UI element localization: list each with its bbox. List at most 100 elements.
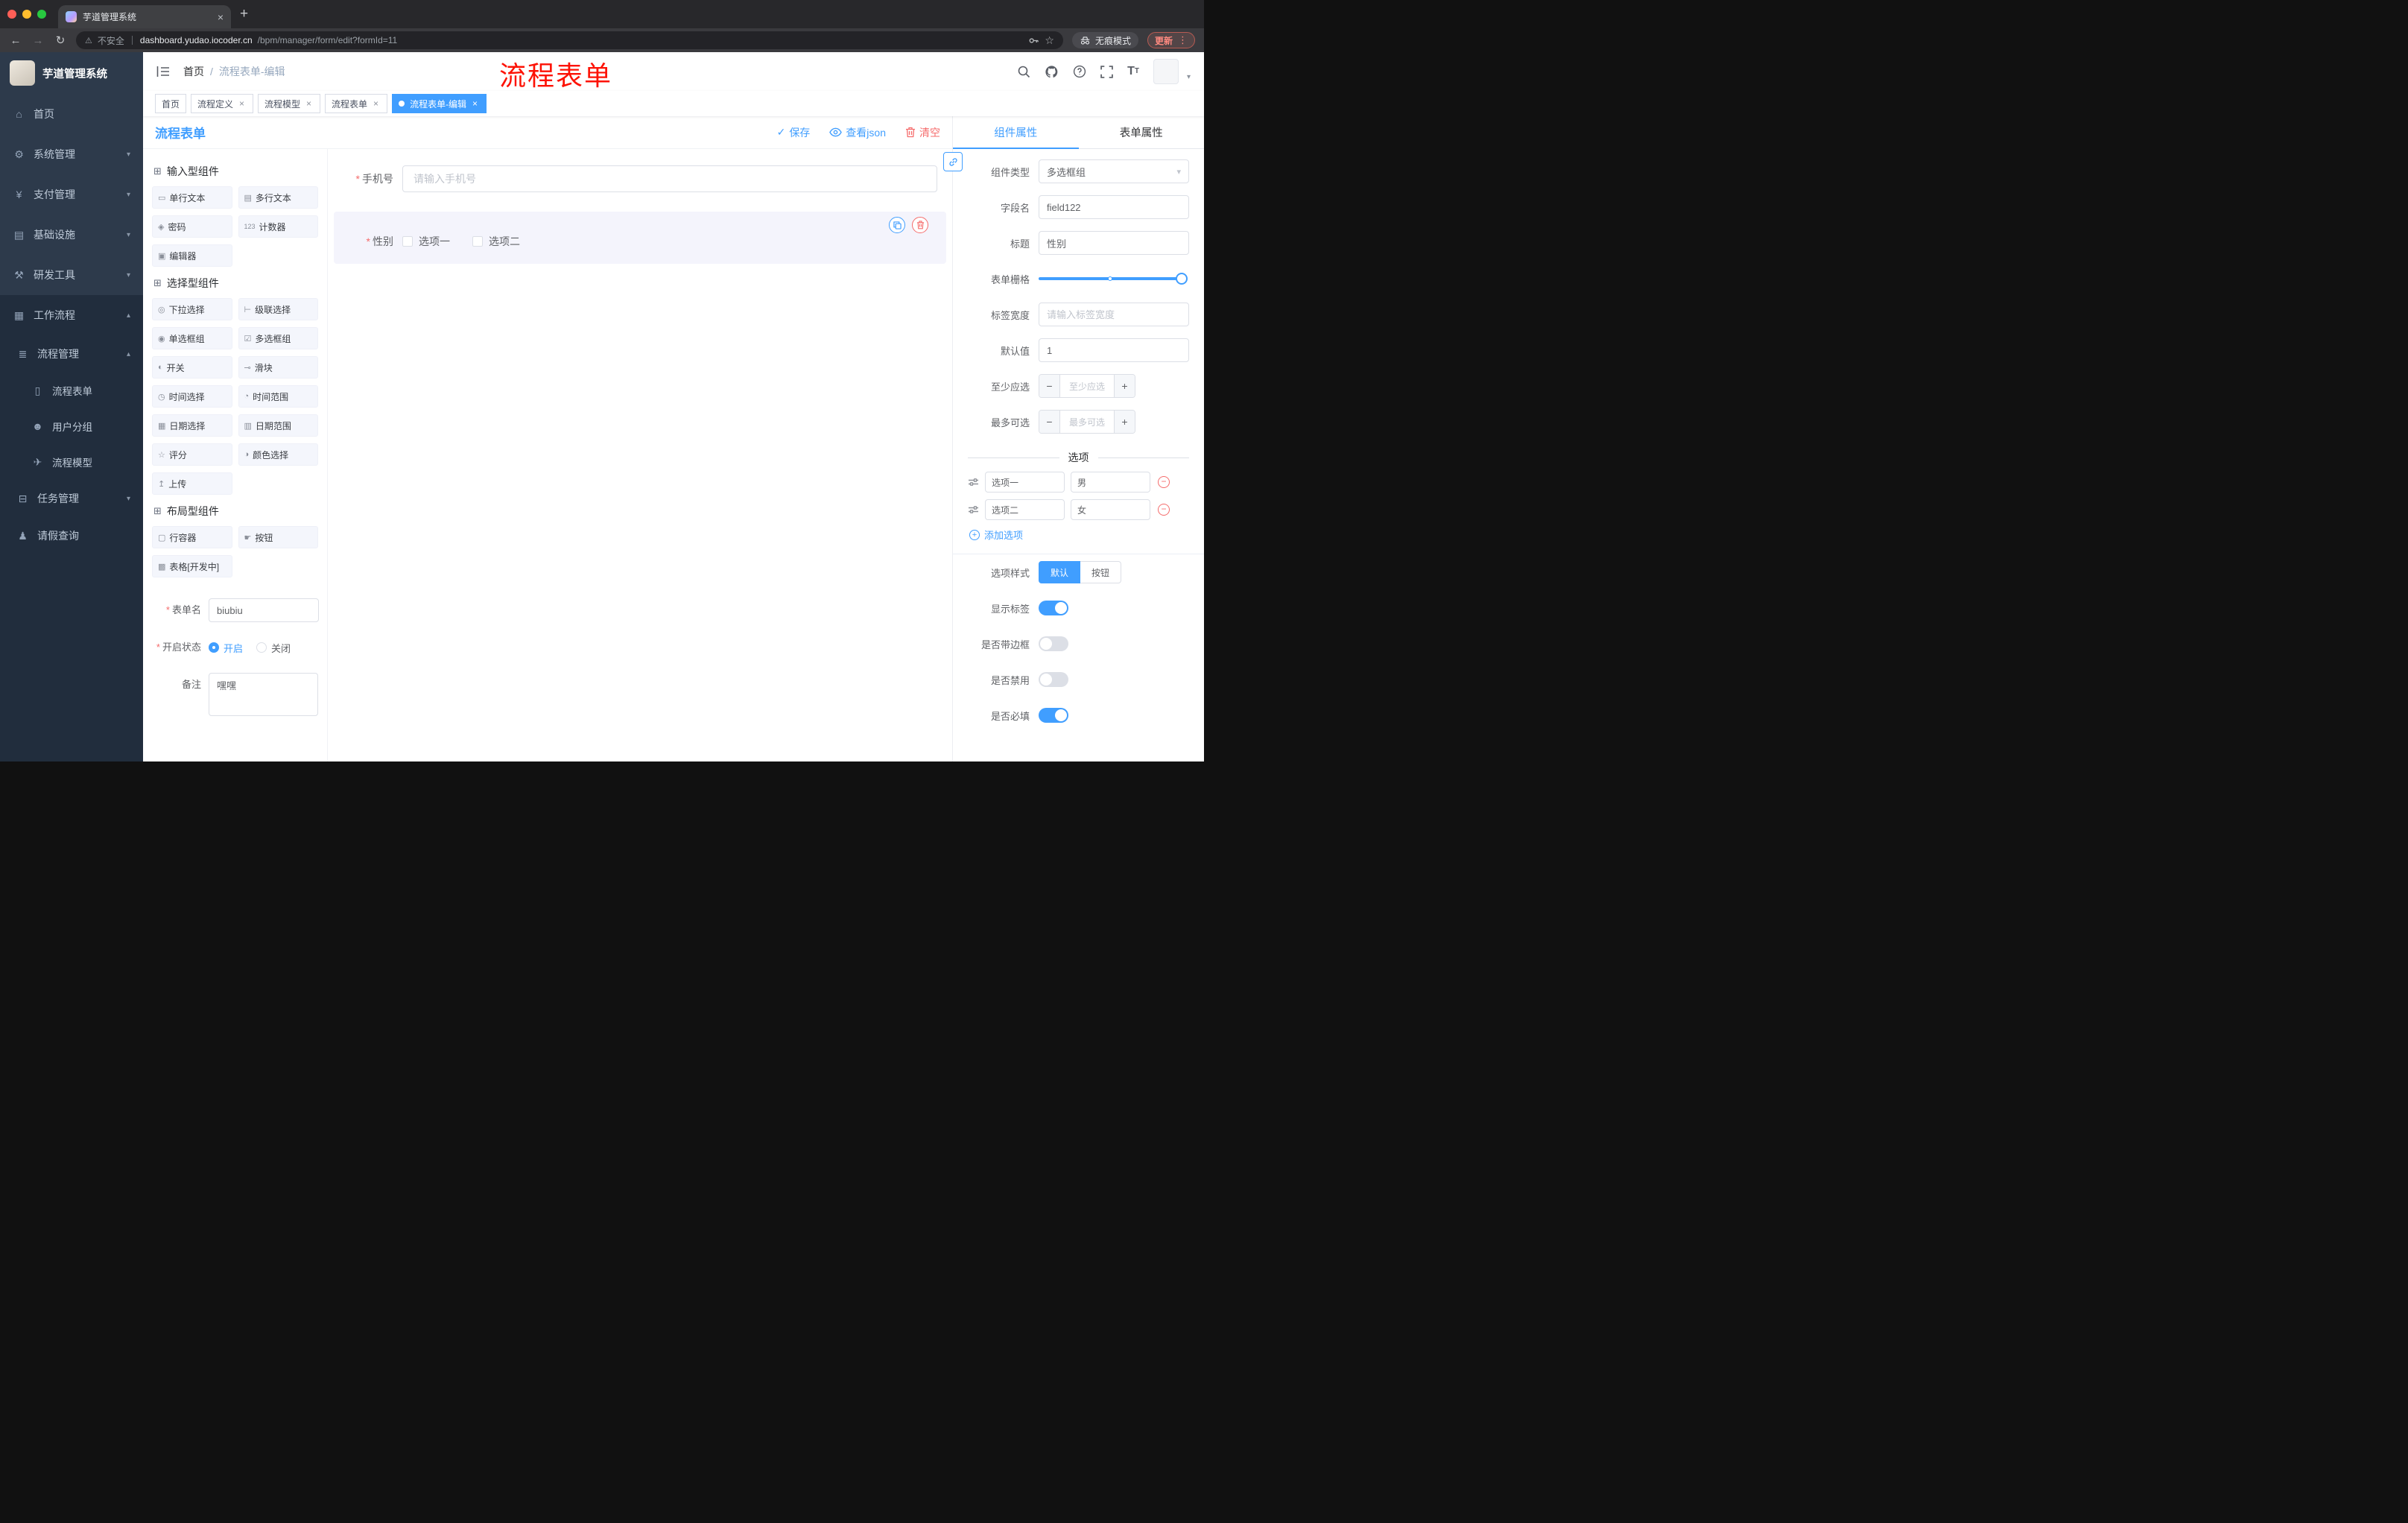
forward-icon[interactable]: → bbox=[31, 34, 45, 47]
palette-item-select[interactable]: ◎ 下拉选择 bbox=[152, 298, 232, 320]
sidebar-item-devtools[interactable]: ⚒ 研发工具 ▾ bbox=[0, 255, 143, 295]
tab-component-props[interactable]: 组件属性 bbox=[953, 116, 1079, 149]
disabled-toggle[interactable] bbox=[1039, 672, 1068, 687]
window-zoom-button[interactable] bbox=[37, 10, 46, 19]
palette-item-time-range[interactable]: ◔ 时间范围 bbox=[238, 385, 318, 408]
window-close-button[interactable] bbox=[7, 10, 16, 19]
option-name-input[interactable] bbox=[985, 499, 1065, 520]
palette-item-button[interactable]: ☛ 按钮 bbox=[238, 526, 318, 548]
form-name-input[interactable] bbox=[209, 598, 319, 622]
palette-item-switch[interactable]: ◐ 开关 bbox=[152, 356, 232, 379]
palette-item-date-picker[interactable]: ▦ 日期选择 bbox=[152, 414, 232, 437]
palette-item-single-line-text[interactable]: ▭ 单行文本 bbox=[152, 186, 232, 209]
fullscreen-icon[interactable] bbox=[1100, 65, 1113, 78]
drag-handle-icon[interactable] bbox=[968, 477, 979, 487]
avatar[interactable] bbox=[1153, 59, 1179, 84]
sidebar-item-task-management[interactable]: ⊟ 任务管理 ▾ bbox=[0, 480, 143, 517]
option-value-input[interactable] bbox=[1071, 472, 1150, 493]
tag-process-definition[interactable]: 流程定义 × bbox=[191, 94, 254, 113]
delete-widget-button[interactable] bbox=[912, 217, 928, 233]
help-icon[interactable] bbox=[1073, 65, 1086, 78]
sidebar-item-user-group[interactable]: ☻ 用户分组 bbox=[0, 408, 143, 444]
url-box[interactable]: ⚠ 不安全 dashboard.yudao.iocoder.cn /bpm/ma… bbox=[76, 31, 1063, 49]
copy-widget-button[interactable] bbox=[889, 217, 905, 233]
sidebar-item-workflow[interactable]: ▦ 工作流程 ▴ bbox=[0, 295, 143, 335]
required-toggle[interactable] bbox=[1039, 708, 1068, 723]
close-icon[interactable]: × bbox=[304, 98, 314, 109]
minus-icon[interactable]: − bbox=[1039, 411, 1060, 433]
border-toggle[interactable] bbox=[1039, 636, 1068, 651]
password-key-icon[interactable] bbox=[1028, 35, 1039, 46]
palette-item-password[interactable]: ◈ 密码 bbox=[152, 215, 232, 238]
palette-item-time-picker[interactable]: ◷ 时间选择 bbox=[152, 385, 232, 408]
palette-item-slider[interactable]: ⊸ 滑块 bbox=[238, 356, 318, 379]
grid-slider[interactable] bbox=[1039, 273, 1188, 285]
sidebar-item-process-management[interactable]: ≣ 流程管理 ▴ bbox=[0, 335, 143, 373]
palette-item-multiline-text[interactable]: ▤ 多行文本 bbox=[238, 186, 318, 209]
bookmark-star-icon[interactable]: ☆ bbox=[1045, 34, 1054, 47]
sidebar-item-infrastructure[interactable]: ▤ 基础设施 ▾ bbox=[0, 215, 143, 255]
field-name-input[interactable] bbox=[1039, 195, 1189, 219]
github-icon[interactable] bbox=[1045, 65, 1059, 79]
option-name-input[interactable] bbox=[985, 472, 1065, 493]
gender-checkbox-option1[interactable]: 选项一 bbox=[402, 234, 450, 249]
show-label-toggle[interactable] bbox=[1039, 601, 1068, 615]
tab-close-icon[interactable]: × bbox=[218, 11, 224, 23]
hamburger-icon[interactable] bbox=[156, 66, 170, 77]
close-icon[interactable]: × bbox=[470, 98, 480, 109]
security-label[interactable]: 不安全 bbox=[98, 34, 124, 47]
remove-option-icon[interactable]: − bbox=[1158, 504, 1170, 516]
min-select-value[interactable]: 至少应选 bbox=[1060, 375, 1114, 397]
palette-item-row-container[interactable]: ▢ 行容器 bbox=[152, 526, 232, 548]
label-width-input[interactable] bbox=[1039, 303, 1189, 326]
link-icon[interactable] bbox=[943, 152, 963, 171]
palette-item-table[interactable]: ▩ 表格[开发中] bbox=[152, 555, 232, 577]
window-minimize-button[interactable] bbox=[22, 10, 31, 19]
tag-process-model[interactable]: 流程模型 × bbox=[258, 94, 321, 113]
view-json-button[interactable]: 查看json bbox=[829, 125, 886, 140]
default-value-input[interactable] bbox=[1039, 338, 1189, 362]
browser-menu-icon[interactable]: ⋮ bbox=[1178, 34, 1188, 46]
sidebar-item-payment[interactable]: ¥ 支付管理 ▾ bbox=[0, 174, 143, 215]
minus-icon[interactable]: − bbox=[1039, 375, 1060, 397]
gender-widget-selected[interactable]: 性别 选项一 选项二 bbox=[334, 212, 946, 264]
phone-input[interactable] bbox=[402, 165, 937, 192]
option-style-button-button[interactable]: 按钮 bbox=[1080, 561, 1122, 583]
sidebar-item-process-form[interactable]: ▯ 流程表单 bbox=[0, 373, 143, 408]
tag-process-form[interactable]: 流程表单 × bbox=[325, 94, 388, 113]
max-select-value[interactable]: 最多可选 bbox=[1060, 411, 1114, 433]
back-icon[interactable]: ← bbox=[9, 34, 22, 47]
palette-item-checkbox-group[interactable]: ☑ 多选框组 bbox=[238, 327, 318, 349]
palette-item-date-range[interactable]: ▥ 日期范围 bbox=[238, 414, 318, 437]
sidebar-item-home[interactable]: ⌂ 首页 bbox=[0, 94, 143, 134]
palette-item-upload[interactable]: ↥ 上传 bbox=[152, 472, 232, 495]
slider-handle[interactable] bbox=[1176, 273, 1188, 285]
option-value-input[interactable] bbox=[1071, 499, 1150, 520]
tab-form-props[interactable]: 表单属性 bbox=[1079, 116, 1205, 148]
palette-item-color-picker[interactable]: ◑ 颜色选择 bbox=[238, 443, 318, 466]
plus-icon[interactable]: + bbox=[1114, 411, 1135, 433]
title-input[interactable] bbox=[1039, 231, 1189, 255]
font-size-icon[interactable]: TT bbox=[1127, 66, 1139, 77]
add-option-button[interactable]: + 添加选项 bbox=[969, 528, 1189, 542]
drag-handle-icon[interactable] bbox=[968, 504, 979, 515]
tag-process-form-edit[interactable]: 流程表单-编辑 × bbox=[392, 94, 487, 113]
reload-icon[interactable]: ↻ bbox=[54, 34, 67, 47]
avatar-caret-icon[interactable]: ▾ bbox=[1187, 73, 1191, 81]
gender-checkbox-option2[interactable]: 选项二 bbox=[472, 234, 520, 249]
status-radio-off[interactable]: 关闭 bbox=[256, 641, 291, 655]
palette-item-editor[interactable]: ▣ 编辑器 bbox=[152, 244, 232, 267]
status-radio-on[interactable]: 开启 bbox=[209, 641, 243, 655]
palette-item-radio-group[interactable]: ◉ 单选框组 bbox=[152, 327, 232, 349]
close-icon[interactable]: × bbox=[237, 98, 247, 109]
palette-item-counter[interactable]: 123 计数器 bbox=[238, 215, 318, 238]
sidebar-item-process-model[interactable]: ✈ 流程模型 bbox=[0, 444, 143, 480]
palette-item-rate[interactable]: ☆ 评分 bbox=[152, 443, 232, 466]
option-style-default-button[interactable]: 默认 bbox=[1039, 561, 1081, 583]
tag-home[interactable]: 首页 bbox=[155, 94, 187, 113]
browser-tab[interactable]: 芋道管理系统 × bbox=[58, 5, 231, 28]
remove-option-icon[interactable]: − bbox=[1158, 476, 1170, 488]
sidebar-item-system[interactable]: ⚙ 系统管理 ▾ bbox=[0, 134, 143, 174]
breadcrumb-home[interactable]: 首页 bbox=[183, 64, 204, 79]
component-type-select[interactable]: 多选框组 ▾ bbox=[1039, 159, 1189, 183]
